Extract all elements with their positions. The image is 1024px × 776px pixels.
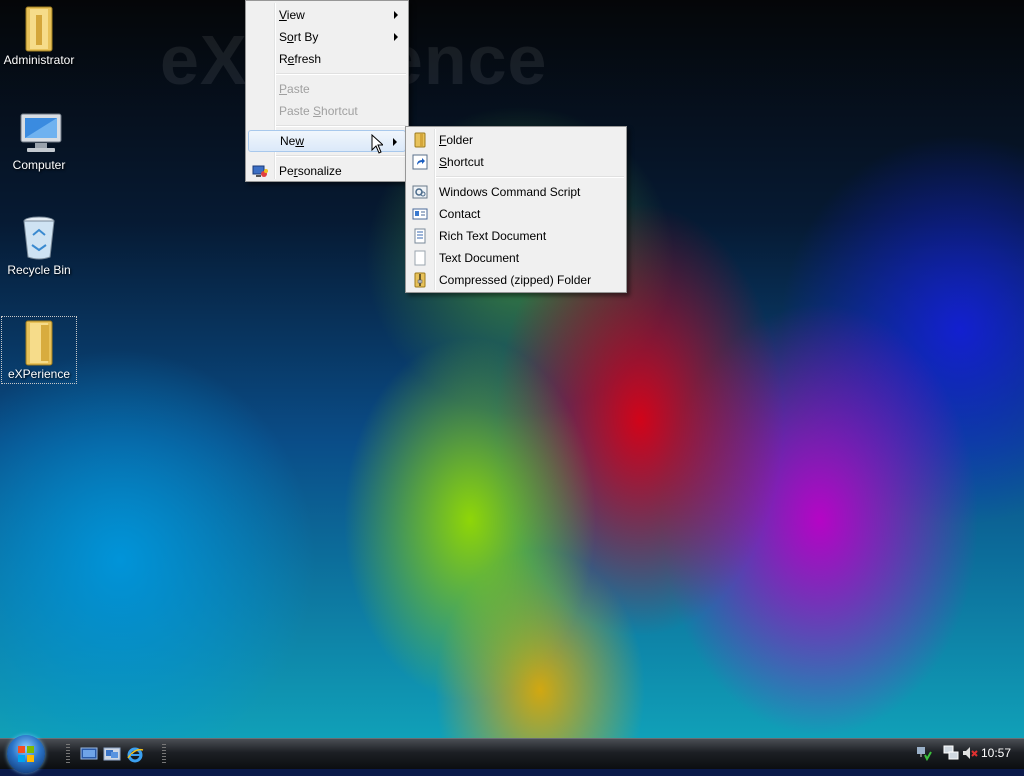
menu-item-view[interactable]: View [246, 4, 408, 26]
desktop-icon-label: Recycle Bin [7, 263, 71, 277]
menu-separator [436, 176, 624, 178]
toolbar-grip[interactable] [162, 744, 166, 764]
desktop-icon-administrator[interactable]: Administrator [1, 3, 77, 69]
menu-item-refresh[interactable]: Refresh [246, 48, 408, 70]
menu-separator [276, 155, 406, 157]
rich-text-icon [412, 228, 428, 244]
new-item-text-document[interactable]: Text Document [406, 247, 626, 269]
menu-item-sort-by[interactable]: Sort By [246, 26, 408, 48]
start-button[interactable] [7, 735, 45, 773]
folder-icon [17, 319, 61, 366]
new-item-compressed-folder[interactable]: Compressed (zipped) Folder [406, 269, 626, 291]
show-desktop-icon[interactable] [80, 746, 98, 762]
desktop-icon-computer[interactable]: Computer [1, 108, 77, 174]
folder-icon [412, 132, 428, 148]
submenu-arrow-icon [394, 11, 398, 19]
menu-item-paste-shortcut-accel: S [313, 104, 322, 118]
new-item-contact[interactable]: Contact [406, 203, 626, 225]
menu-item-personalize[interactable]: Personalize [246, 160, 408, 182]
desktop-icon-recycle-bin[interactable]: Recycle Bin [1, 213, 77, 279]
contact-icon [412, 206, 428, 222]
new-item-folder[interactable]: Folder [406, 129, 626, 151]
toolbar-grip[interactable] [66, 744, 70, 764]
menu-separator [276, 125, 406, 127]
volume-muted-icon[interactable] [962, 745, 978, 761]
recycle-bin-icon [17, 215, 61, 260]
menu-item-paste-accel: P [279, 82, 288, 96]
desktop-icon-experience[interactable]: eXPerience [1, 316, 77, 384]
taskbar: 10:57 [0, 735, 1024, 773]
menu-item-paste[interactable]: Paste [246, 78, 408, 100]
new-item-shortcut-accel: S [439, 155, 448, 169]
desktop-context-menu: View Sort By Refresh Paste Paste Shortcu… [245, 0, 409, 182]
script-icon [412, 184, 428, 200]
personalize-icon [252, 163, 268, 179]
system-clock[interactable]: 10:57 [981, 746, 1011, 760]
new-item-windows-command-script[interactable]: Windows Command Script [406, 181, 626, 203]
new-item-rich-text-document[interactable]: Rich Text Document [406, 225, 626, 247]
zip-folder-icon [412, 272, 428, 288]
mouse-cursor-icon [371, 134, 383, 154]
internet-explorer-icon[interactable] [126, 746, 144, 763]
new-submenu: Folder Shortcut Windows Command Script C… [405, 126, 627, 293]
desktop-icon-label: Computer [12, 158, 66, 172]
computer-icon [17, 110, 62, 154]
menu-item-paste-shortcut[interactable]: Paste Shortcut [246, 100, 408, 122]
desktop[interactable]: eXPerience Administrator Computer [0, 0, 1024, 738]
text-document-icon [412, 250, 428, 266]
menu-item-view-accel: V [279, 8, 287, 22]
switch-windows-icon[interactable] [103, 746, 121, 762]
menu-item-sort-by-accel: o [287, 30, 294, 44]
menu-separator [276, 73, 406, 75]
network-icon[interactable] [943, 745, 959, 761]
submenu-arrow-icon [393, 138, 397, 146]
new-item-shortcut[interactable]: Shortcut [406, 151, 626, 173]
submenu-arrow-icon [394, 33, 398, 41]
user-folder-icon [17, 5, 61, 52]
windows-logo-icon [18, 746, 34, 762]
desktop-icon-label: eXPerience [7, 367, 71, 381]
update-icon[interactable] [916, 745, 932, 762]
menu-item-new-accel: w [295, 134, 305, 148]
desktop-icon-label: Administrator [3, 53, 75, 67]
shortcut-icon [412, 154, 428, 170]
